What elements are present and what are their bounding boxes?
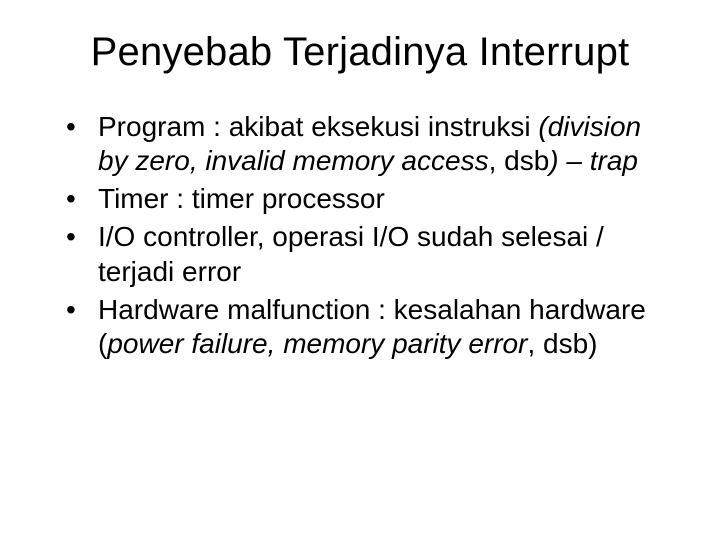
bullet-list: Program : akibat eksekusi instruksi (div… (50, 110, 670, 361)
list-item: Timer : timer processor (60, 182, 670, 216)
text-segment: I/O controller, operasi I/O sudah selesa… (98, 221, 604, 286)
list-item: Program : akibat eksekusi instruksi (div… (60, 110, 670, 178)
text-segment: Program : akibat eksekusi instruksi (98, 111, 538, 142)
list-item: I/O controller, operasi I/O sudah selesa… (60, 220, 670, 288)
text-segment: , dsb) (527, 328, 597, 359)
text-italic: ) – trap (549, 145, 638, 176)
slide: Penyebab Terjadinya Interrupt Program : … (0, 0, 720, 540)
text-segment: , dsb (489, 145, 550, 176)
text-italic: power failure, memory parity error (107, 328, 527, 359)
list-item: Hardware malfunction : kesalahan hardwar… (60, 293, 670, 361)
slide-title: Penyebab Terjadinya Interrupt (50, 30, 670, 75)
text-segment: Timer : timer processor (98, 183, 385, 214)
